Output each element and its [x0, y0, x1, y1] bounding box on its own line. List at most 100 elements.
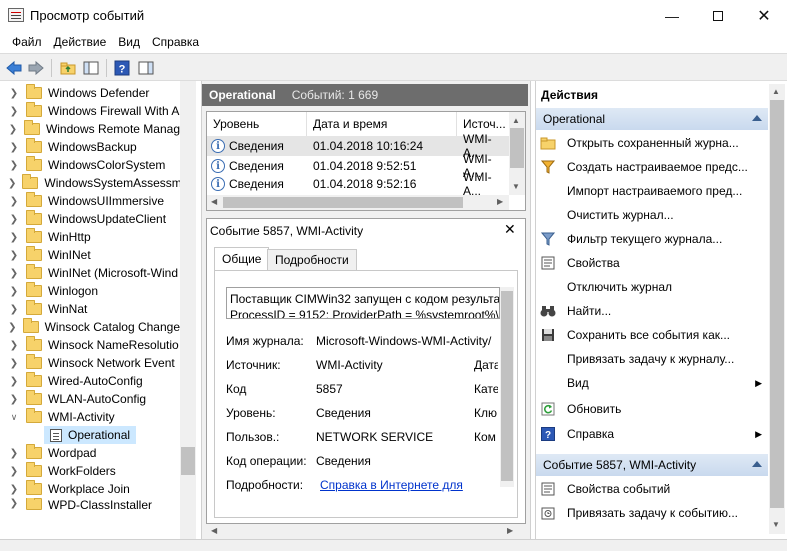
tree-scrollbar[interactable]	[180, 81, 196, 551]
action-event-properties[interactable]: Свойства событий	[540, 478, 768, 500]
tree-item[interactable]: ❯ Windows Firewall With A	[0, 102, 180, 120]
tab-details[interactable]: Подробности	[267, 249, 357, 271]
chevron-right-icon[interactable]: ❯	[8, 88, 20, 99]
show-hide-tree-button[interactable]	[81, 58, 101, 78]
actions-scrollbar[interactable]: ▲ ▼	[769, 84, 785, 534]
menu-action[interactable]: Действие	[48, 35, 113, 49]
chevron-right-icon[interactable]: ❯	[8, 268, 20, 279]
chevron-right-icon[interactable]: ❯	[8, 322, 17, 333]
tree-item[interactable]: ❯ WorkFolders	[0, 462, 180, 480]
close-button[interactable]: ✕	[741, 0, 787, 31]
detail-scrollbar-thumb[interactable]	[501, 291, 513, 481]
menu-view[interactable]: Вид	[112, 35, 146, 49]
collapse-icon[interactable]	[752, 461, 762, 467]
actions-section-log[interactable]: Operational	[536, 108, 768, 130]
event-list-scrollbar[interactable]: ▲ ▼	[509, 112, 525, 195]
chevron-right-icon[interactable]: ❯	[8, 160, 20, 171]
action-help[interactable]: ? Справка ▶	[540, 423, 768, 445]
table-row[interactable]: i Сведения 01.04.2018 9:52:16 WMI-A...	[207, 170, 509, 198]
tree-item[interactable]: ❯ WLAN-AutoConfig	[0, 390, 180, 408]
chevron-right-icon[interactable]: ❯	[8, 214, 20, 225]
chevron-right-icon[interactable]: ❯	[8, 340, 20, 351]
tree-item[interactable]: ❯ Wired-AutoConfig	[0, 372, 180, 390]
chevron-right-icon[interactable]: ❯	[8, 142, 20, 153]
show-hide-action-pane-button[interactable]	[136, 58, 156, 78]
collapse-icon[interactable]	[752, 115, 762, 121]
chevron-right-icon[interactable]: ❯	[8, 466, 20, 477]
action-clear-log[interactable]: Очистить журнал...	[540, 204, 768, 226]
chevron-right-icon[interactable]: ❯	[8, 448, 20, 459]
tree-item[interactable]: ❯ WinHttp	[0, 228, 180, 246]
chevron-right-icon[interactable]: ❯	[8, 394, 20, 405]
tree-item[interactable]: ❯ WinINet	[0, 246, 180, 264]
tree-item[interactable]: ❯ Wordpad	[0, 444, 180, 462]
tree-item[interactable]: ❯ WPD-ClassInstaller	[0, 498, 180, 510]
action-filter-log[interactable]: Фильтр текущего журнала...	[540, 228, 768, 250]
chevron-right-icon[interactable]: ❯	[8, 196, 20, 207]
tree-item[interactable]: ❯ Winsock NameResolutio	[0, 336, 180, 354]
chevron-right-icon[interactable]: ❯	[8, 498, 20, 509]
chevron-right-icon[interactable]: ❯	[8, 106, 20, 117]
menu-help[interactable]: Справка	[146, 35, 205, 49]
action-import-custom-view[interactable]: Импорт настраиваемого пред...	[540, 180, 768, 202]
tree-item[interactable]: ❯ WindowsColorSystem	[0, 156, 180, 174]
back-button[interactable]	[4, 58, 24, 78]
chevron-right-icon[interactable]: ❯	[8, 358, 20, 369]
minimize-button[interactable]: —	[649, 0, 695, 31]
action-view[interactable]: Вид ▶	[540, 372, 768, 394]
tree-scrollbar-thumb[interactable]	[181, 447, 195, 475]
maximize-button[interactable]	[695, 0, 741, 31]
tree-item-selected[interactable]: Operational	[44, 426, 136, 444]
folder-icon	[26, 444, 42, 459]
actions-scrollbar-thumb[interactable]	[770, 100, 784, 508]
chevron-right-icon[interactable]: ❯	[8, 250, 20, 261]
tree-item[interactable]: ❯ WindowsUIImmersive	[0, 192, 180, 210]
action-attach-task-log[interactable]: Привязать задачу к журналу...	[540, 348, 768, 370]
column-date[interactable]: Дата и время	[307, 112, 457, 136]
close-detail-icon[interactable]: ✕	[504, 221, 516, 238]
tree-item[interactable]: ❯ WinINet (Microsoft-Wind	[0, 264, 180, 282]
tree-item[interactable]: ❯ Winsock Catalog Change	[0, 318, 180, 336]
action-attach-task-event[interactable]: Привязать задачу к событию...	[540, 502, 768, 524]
tree-item[interactable]: ❯ WindowsSystemAssessm	[0, 174, 180, 192]
action-find[interactable]: Найти...	[540, 300, 768, 322]
help-button[interactable]: ?	[112, 58, 132, 78]
folder-icon	[22, 174, 39, 189]
action-properties[interactable]: Свойства	[540, 252, 768, 274]
chevron-right-icon[interactable]: ❯	[8, 376, 20, 387]
tab-general[interactable]: Общие	[214, 247, 270, 271]
forward-button[interactable]	[26, 58, 46, 78]
chevron-right-icon[interactable]: ❯	[8, 232, 20, 243]
tree-item[interactable]: ❯ Winlogon	[0, 282, 180, 300]
column-level[interactable]: Уровень	[207, 112, 307, 136]
online-help-link[interactable]: Справка в Интернете для	[320, 478, 463, 492]
actions-section-event[interactable]: Событие 5857, WMI-Activity	[536, 454, 768, 476]
action-open-saved-log[interactable]: Открыть сохраненный журна...	[540, 132, 768, 154]
tree-item-expanded[interactable]: ∨ WMI-Activity	[0, 408, 180, 426]
action-save-all-events[interactable]: Сохранить все события как...	[540, 324, 768, 346]
action-create-custom-view[interactable]: Создать настраиваемое предс...	[540, 156, 768, 178]
event-message[interactable]: Поставщик CIMWin32 запущен с кодом резул…	[226, 287, 500, 319]
tree-item[interactable]: ❯ WindowsUpdateClient	[0, 210, 180, 228]
tree-item[interactable]: ❯ WindowsBackup	[0, 138, 180, 156]
detail-hscrollbar[interactable]: ◀ ▶	[207, 524, 525, 539]
action-refresh[interactable]: Обновить	[540, 398, 768, 420]
action-disable-log[interactable]: Отключить журнал	[540, 276, 768, 298]
tree-item[interactable]: ❯ WinNat	[0, 300, 180, 318]
chevron-down-icon[interactable]: ∨	[8, 412, 20, 423]
tree-item[interactable]: ❯ Windows Defender	[0, 84, 180, 102]
up-folder-button[interactable]	[58, 58, 78, 78]
tree-item[interactable]: ❯ Workplace Join	[0, 480, 180, 498]
forward-arrow-icon	[28, 61, 44, 75]
chevron-right-icon[interactable]: ❯	[8, 286, 20, 297]
event-list-hscrollbar[interactable]: ◀ ▶	[207, 195, 509, 210]
menu-file[interactable]: Файл	[6, 35, 48, 49]
chevron-right-icon[interactable]: ❯	[8, 304, 20, 315]
chevron-right-icon[interactable]: ❯	[8, 124, 18, 135]
detail-scrollbar[interactable]	[500, 287, 514, 487]
tree-item[interactable]: ❯ Winsock Network Event	[0, 354, 180, 372]
chevron-right-icon[interactable]: ❯	[8, 484, 20, 495]
tree-item[interactable]: ❯ Windows Remote Manag	[0, 120, 180, 138]
chevron-right-icon[interactable]: ❯	[8, 178, 16, 189]
event-count: Событий: 1 669	[291, 88, 379, 102]
